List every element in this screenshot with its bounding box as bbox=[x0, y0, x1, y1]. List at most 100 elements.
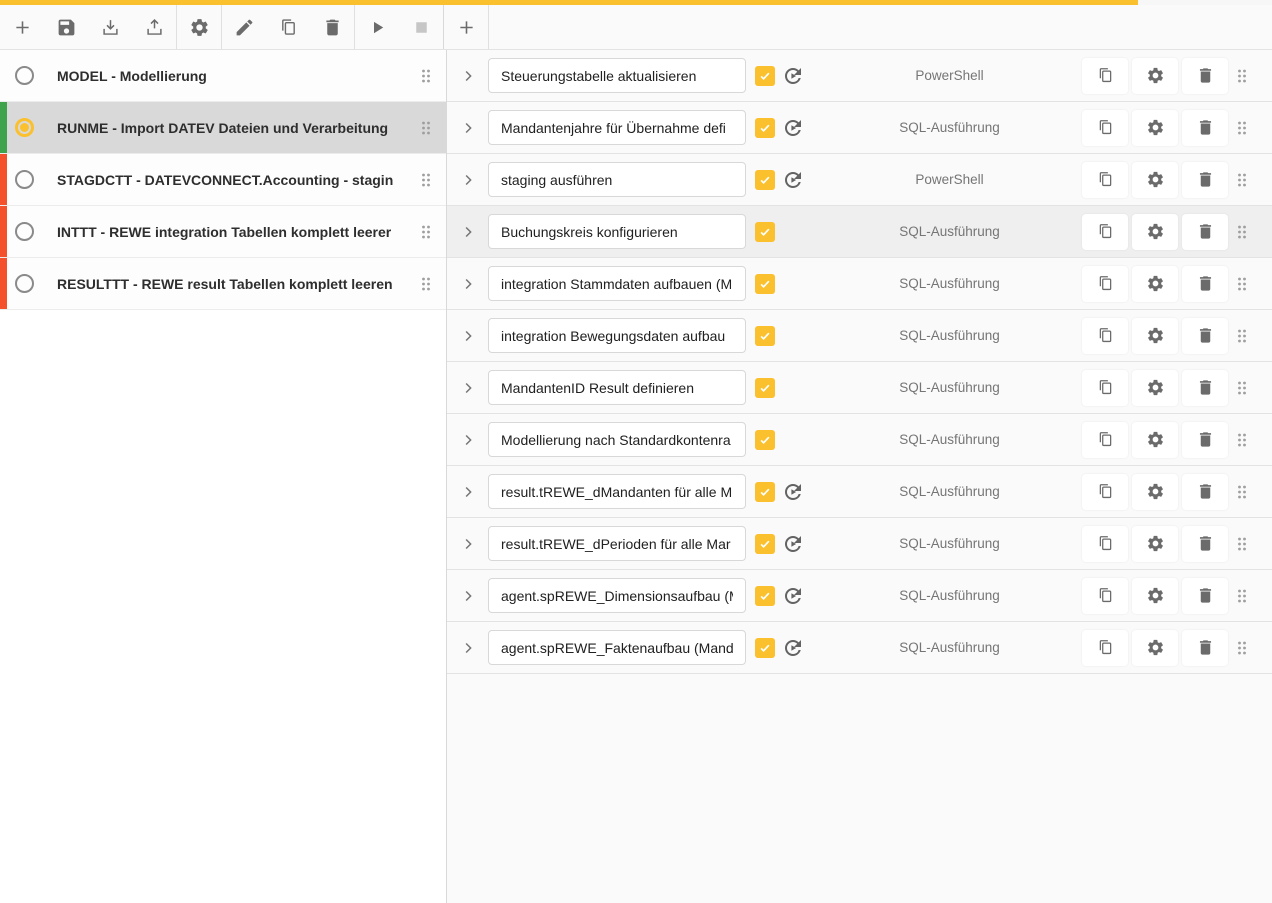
repeat-run-icon[interactable] bbox=[781, 64, 805, 88]
task-name-input[interactable] bbox=[488, 474, 746, 509]
expand-task-button[interactable] bbox=[454, 217, 482, 247]
delete-task-button[interactable] bbox=[1182, 578, 1228, 614]
drag-handle-icon[interactable] bbox=[1232, 274, 1252, 294]
edit-button[interactable] bbox=[222, 5, 266, 49]
task-settings-button[interactable] bbox=[1132, 422, 1178, 458]
duplicate-task-button[interactable] bbox=[1082, 370, 1128, 406]
repeat-run-icon[interactable] bbox=[781, 532, 805, 556]
job-radio[interactable] bbox=[15, 274, 34, 293]
expand-task-button[interactable] bbox=[454, 269, 482, 299]
settings-button[interactable] bbox=[177, 5, 221, 49]
task-enabled-checkbox[interactable] bbox=[755, 638, 775, 658]
drag-handle-icon[interactable] bbox=[1232, 170, 1252, 190]
task-enabled-checkbox[interactable] bbox=[755, 274, 775, 294]
repeat-run-icon[interactable] bbox=[781, 116, 805, 140]
expand-task-button[interactable] bbox=[454, 633, 482, 663]
task-name-input[interactable] bbox=[488, 214, 746, 249]
expand-task-button[interactable] bbox=[454, 477, 482, 507]
delete-task-button[interactable] bbox=[1182, 422, 1228, 458]
task-settings-button[interactable] bbox=[1132, 474, 1178, 510]
job-item-stagdctt[interactable]: STAGDCTT - DATEVCONNECT.Accounting - sta… bbox=[0, 154, 446, 206]
drag-handle-icon[interactable] bbox=[416, 118, 436, 138]
duplicate-task-button[interactable] bbox=[1082, 266, 1128, 302]
task-settings-button[interactable] bbox=[1132, 266, 1178, 302]
duplicate-task-button[interactable] bbox=[1082, 422, 1128, 458]
job-item-inttt[interactable]: INTTT - REWE integration Tabellen komple… bbox=[0, 206, 446, 258]
task-enabled-checkbox[interactable] bbox=[755, 534, 775, 554]
delete-task-button[interactable] bbox=[1182, 318, 1228, 354]
task-name-input[interactable] bbox=[488, 266, 746, 301]
expand-task-button[interactable] bbox=[454, 373, 482, 403]
drag-handle-icon[interactable] bbox=[416, 222, 436, 242]
add-model-button[interactable] bbox=[0, 5, 44, 49]
job-radio[interactable] bbox=[15, 170, 34, 189]
job-item-resulttt[interactable]: RESULTTT - REWE result Tabellen komplett… bbox=[0, 258, 446, 310]
drag-handle-icon[interactable] bbox=[1232, 66, 1252, 86]
repeat-run-icon[interactable] bbox=[781, 168, 805, 192]
task-enabled-checkbox[interactable] bbox=[755, 170, 775, 190]
task-name-input[interactable] bbox=[488, 58, 746, 93]
delete-task-button[interactable] bbox=[1182, 474, 1228, 510]
export-button[interactable] bbox=[132, 5, 176, 49]
job-radio[interactable] bbox=[15, 222, 34, 241]
delete-button[interactable] bbox=[310, 5, 354, 49]
drag-handle-icon[interactable] bbox=[1232, 378, 1252, 398]
task-enabled-checkbox[interactable] bbox=[755, 326, 775, 346]
add-task-button[interactable] bbox=[444, 5, 488, 49]
duplicate-task-button[interactable] bbox=[1082, 58, 1128, 94]
drag-handle-icon[interactable] bbox=[1232, 326, 1252, 346]
task-settings-button[interactable] bbox=[1132, 578, 1178, 614]
drag-handle-icon[interactable] bbox=[1232, 534, 1252, 554]
duplicate-task-button[interactable] bbox=[1082, 526, 1128, 562]
delete-task-button[interactable] bbox=[1182, 630, 1228, 666]
save-button[interactable] bbox=[44, 5, 88, 49]
task-enabled-checkbox[interactable] bbox=[755, 482, 775, 502]
stop-button[interactable] bbox=[399, 5, 443, 49]
delete-task-button[interactable] bbox=[1182, 162, 1228, 198]
duplicate-task-button[interactable] bbox=[1082, 318, 1128, 354]
task-enabled-checkbox[interactable] bbox=[755, 586, 775, 606]
task-settings-button[interactable] bbox=[1132, 214, 1178, 250]
task-settings-button[interactable] bbox=[1132, 630, 1178, 666]
delete-task-button[interactable] bbox=[1182, 214, 1228, 250]
repeat-run-icon[interactable] bbox=[781, 636, 805, 660]
import-button[interactable] bbox=[88, 5, 132, 49]
drag-handle-icon[interactable] bbox=[1232, 118, 1252, 138]
job-item-model[interactable]: MODEL - Modellierung bbox=[0, 50, 446, 102]
expand-task-button[interactable] bbox=[454, 113, 482, 143]
expand-task-button[interactable] bbox=[454, 61, 482, 91]
job-item-runme[interactable]: RUNME - Import DATEV Dateien und Verarbe… bbox=[0, 102, 446, 154]
drag-handle-icon[interactable] bbox=[1232, 586, 1252, 606]
expand-task-button[interactable] bbox=[454, 165, 482, 195]
task-enabled-checkbox[interactable] bbox=[755, 378, 775, 398]
task-enabled-checkbox[interactable] bbox=[755, 118, 775, 138]
duplicate-task-button[interactable] bbox=[1082, 578, 1128, 614]
delete-task-button[interactable] bbox=[1182, 370, 1228, 406]
task-name-input[interactable] bbox=[488, 526, 746, 561]
duplicate-task-button[interactable] bbox=[1082, 162, 1128, 198]
duplicate-task-button[interactable] bbox=[1082, 474, 1128, 510]
task-enabled-checkbox[interactable] bbox=[755, 66, 775, 86]
duplicate-task-button[interactable] bbox=[1082, 214, 1128, 250]
drag-handle-icon[interactable] bbox=[1232, 430, 1252, 450]
duplicate-button[interactable] bbox=[266, 5, 310, 49]
task-settings-button[interactable] bbox=[1132, 370, 1178, 406]
task-settings-button[interactable] bbox=[1132, 110, 1178, 146]
drag-handle-icon[interactable] bbox=[1232, 638, 1252, 658]
drag-handle-icon[interactable] bbox=[1232, 222, 1252, 242]
repeat-run-icon[interactable] bbox=[781, 584, 805, 608]
delete-task-button[interactable] bbox=[1182, 266, 1228, 302]
task-settings-button[interactable] bbox=[1132, 318, 1178, 354]
task-name-input[interactable] bbox=[488, 318, 746, 353]
repeat-run-icon[interactable] bbox=[781, 480, 805, 504]
drag-handle-icon[interactable] bbox=[416, 274, 436, 294]
duplicate-task-button[interactable] bbox=[1082, 630, 1128, 666]
task-enabled-checkbox[interactable] bbox=[755, 430, 775, 450]
expand-task-button[interactable] bbox=[454, 425, 482, 455]
task-name-input[interactable] bbox=[488, 370, 746, 405]
expand-task-button[interactable] bbox=[454, 581, 482, 611]
task-enabled-checkbox[interactable] bbox=[755, 222, 775, 242]
task-settings-button[interactable] bbox=[1132, 58, 1178, 94]
task-settings-button[interactable] bbox=[1132, 162, 1178, 198]
expand-task-button[interactable] bbox=[454, 321, 482, 351]
